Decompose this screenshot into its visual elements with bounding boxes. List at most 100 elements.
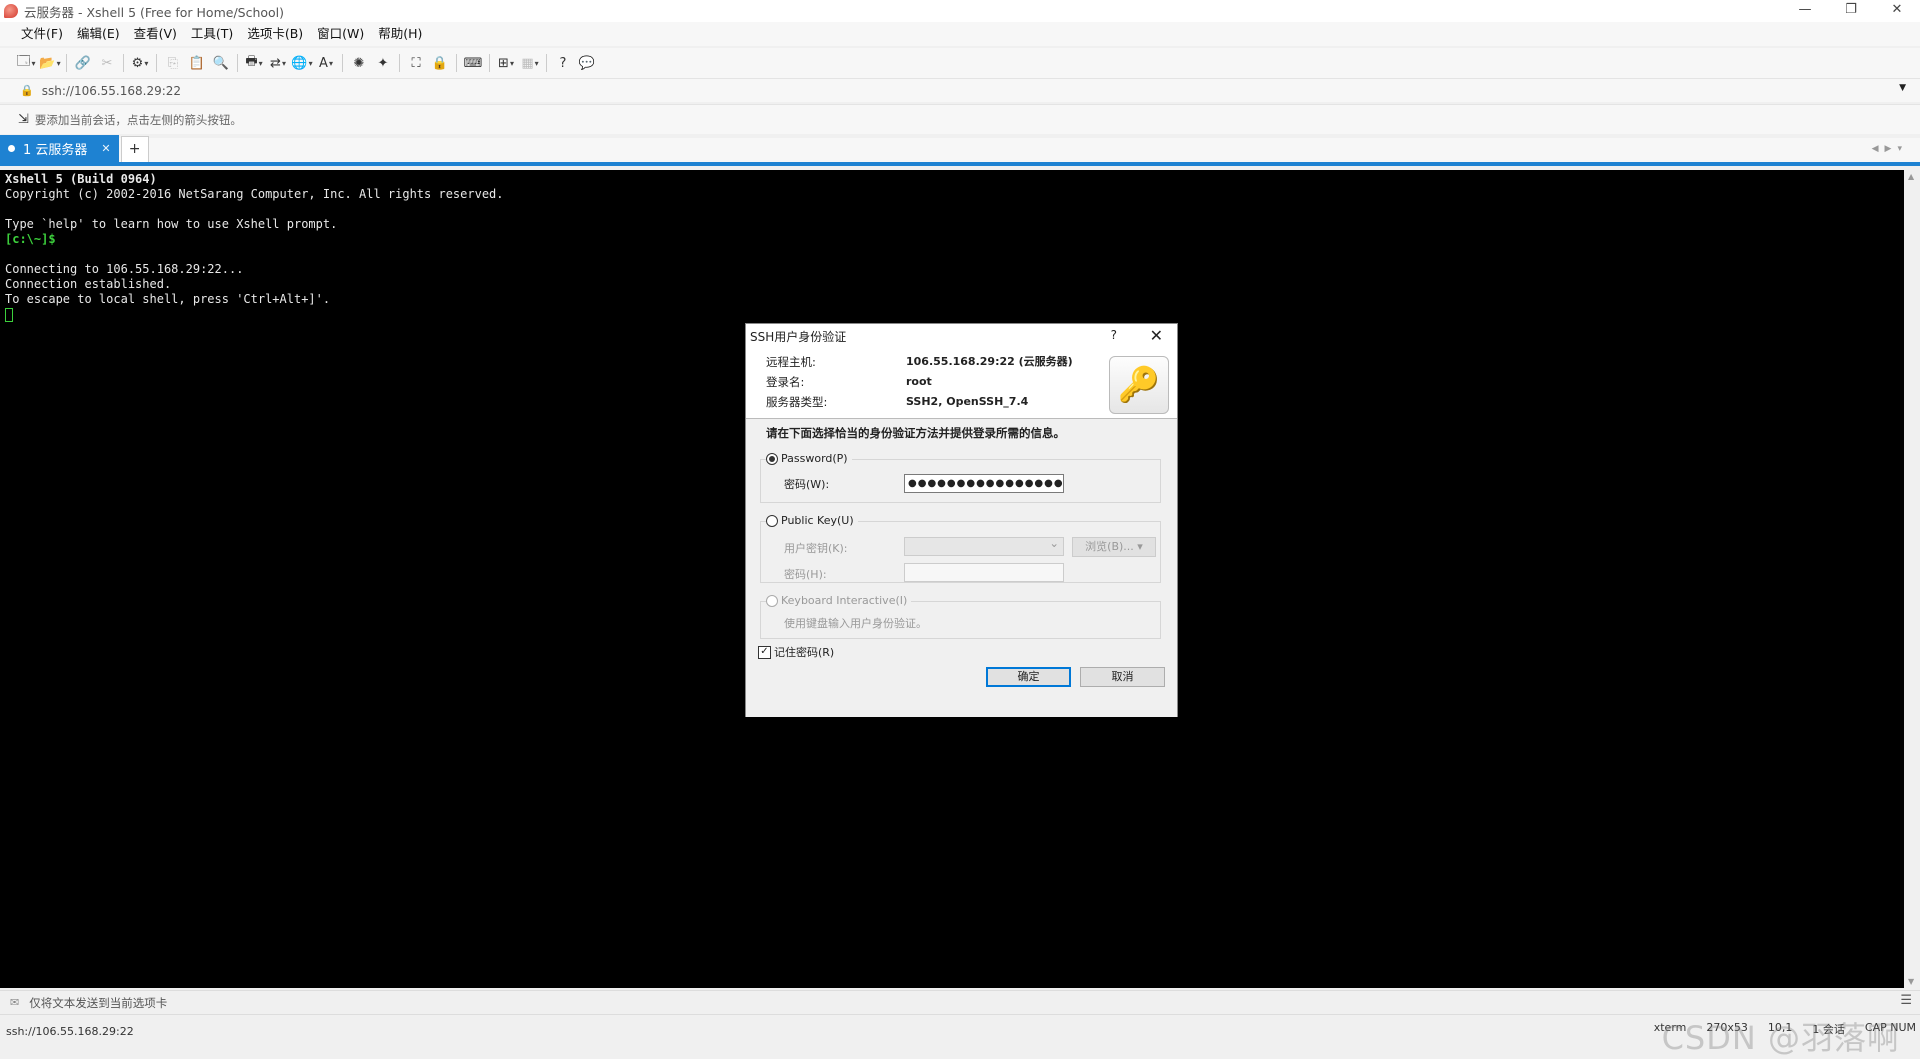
password-radio-label: Password(P) [781,452,848,465]
window-title: 云服务器 - Xshell 5 (Free for Home/School) [24,4,285,20]
terminal-line: Copyright (c) 2002-2016 NetSarang Comput… [5,187,504,201]
title-bar: 云服务器 - Xshell 5 (Free for Home/School) —… [0,0,1920,22]
xshell-logo-icon [4,4,18,18]
keyboard-icon[interactable]: ⌨ [464,54,483,72]
watermark: CSDN @羽落啊 [1661,1019,1900,1057]
dialog-help-icon[interactable]: ? [1111,328,1117,342]
login-value: root [906,375,932,388]
toolbar: 🗔 📂 🔗 ✂ ⚙ ⎘ 📋 🔍 🖶 ⇄ 🌐 A ✺ ✦ ⛶ 🔒 ⌨ ⊞ ▦ ? … [0,48,1920,78]
menu-tools[interactable]: 工具(T) [184,22,240,46]
find-icon[interactable]: 🔍 [212,54,230,72]
add-tab-button[interactable]: + [120,136,149,162]
passphrase-field [904,563,1064,582]
font-icon[interactable]: A [317,54,335,72]
compose-menu-icon[interactable]: ☰ [1900,993,1912,1008]
scroll-down-icon[interactable]: ▼ [1908,977,1914,986]
compose-text: 仅将文本发送到当前选项卡 [29,995,168,1010]
menu-edit[interactable]: 编辑(E) [70,22,127,46]
tab-label: 1 云服务器 [23,143,88,158]
server-type-label: 服务器类型: [766,395,828,409]
address-bar[interactable]: 🔒 ssh://106.55.168.29:22 ▼ [0,78,1920,102]
reconnect-icon[interactable]: 🔗 [74,54,92,72]
terminal-line: Connection established. [5,277,172,291]
cancel-button[interactable]: 取消 [1080,667,1165,687]
script-icon[interactable]: ✦ [374,54,392,72]
checkbox-checked-icon: ✓ [758,645,771,659]
keyboard-desc: 使用键盘输入用户身份验证。 [784,617,927,630]
dialog-titlebar: SSH用户身份验证 ? ✕ [746,324,1177,348]
password-label: 密码(W): [784,478,830,491]
menu-help[interactable]: 帮助(H) [371,22,429,46]
passphrase-label: 密码(H): [784,568,827,581]
terminal-line: Connecting to 106.55.168.29:22... [5,262,244,276]
new-tab-icon[interactable]: ⊞ [497,54,515,72]
layout-icon: ▦ [521,54,539,72]
remember-password-checkbox[interactable]: ✓ 记住密码(R) [758,644,834,660]
dialog-body: 请在下面选择恰当的身份验证方法并提供登录所需的信息。 Password(P) 密… [746,418,1177,717]
session-hint-bar: ⇲ 要添加当前会话，点击左侧的箭头按钮。 [0,104,1920,134]
keyboard-radio: Keyboard Interactive(I) [766,594,912,607]
address-input[interactable]: ssh://106.55.168.29:22 [42,84,181,98]
password-field[interactable]: ●●●●●●●●●●●●●●●● [904,474,1064,493]
scroll-up-icon[interactable]: ▲ [1908,172,1914,181]
remote-host-label: 远程主机: [766,355,816,369]
browse-button: 浏览(B)... ▾ [1072,537,1156,557]
close-icon[interactable]: ✕ [1874,0,1920,22]
publickey-radio-label: Public Key(U) [781,514,854,527]
radio-disabled-icon [766,594,778,607]
print-icon[interactable]: 🖶 [245,54,263,72]
dialog-close-icon[interactable]: ✕ [1150,326,1163,345]
menu-view[interactable]: 查看(V) [127,22,184,46]
user-key-icon: 🔑 [1109,356,1169,414]
user-key-label: 用户密钥(K): [784,542,848,555]
connection-info: 远程主机: 106.55.168.29:22 (云服务器) 登录名: root 服务… [766,352,1073,412]
dialog-title: SSH用户身份验证 [750,329,847,344]
hint-text: 要添加当前会话，点击左侧的箭头按钮。 [34,112,242,127]
terminal-line: Xshell 5 (Build 0964) [5,172,157,186]
status-address: ssh://106.55.168.29:22 [6,1025,134,1038]
terminal-scrollbar[interactable]: ▲ ▼ [1904,170,1920,988]
dialog-instruction: 请在下面选择恰当的身份验证方法并提供登录所需的信息。 [766,426,1065,440]
compose-bar[interactable]: ✉ 仅将文本发送到当前选项卡 ☰ [0,990,1920,1014]
status-bar: ssh://106.55.168.29:22 xterm 270x53 10,1… [0,1014,1920,1057]
tab-nav-icons[interactable]: ◀▶▾ [1872,144,1908,154]
chat-icon: 💬 [578,55,596,71]
properties-icon[interactable]: ⚙ [131,54,149,72]
lock-icon: 🔒 [20,84,34,97]
new-session-icon[interactable]: 🗔 [16,54,35,72]
disconnect-icon: ✂ [101,55,113,71]
globe-icon[interactable]: 🌐 [291,54,311,72]
add-session-arrow-icon[interactable]: ⇲ [18,112,29,127]
paste-icon[interactable]: 📋 [188,54,206,72]
address-dropdown-icon[interactable]: ▼ [1899,83,1906,93]
ok-button[interactable]: 确定 [986,667,1071,687]
terminal-cursor [5,307,13,322]
terminal-line: To escape to local shell, press 'Ctrl+Al… [5,292,331,306]
tab-close-icon[interactable]: ✕ [101,142,110,155]
password-radio[interactable]: Password(P) [766,452,852,465]
radio-selected-icon [766,452,778,465]
ssh-auth-dialog: SSH用户身份验证 ? ✕ 远程主机: 106.55.168.29:22 (云服务… [745,323,1178,717]
restore-icon[interactable]: ❐ [1828,0,1874,22]
publickey-radio[interactable]: Public Key(U) [766,514,858,527]
menu-window[interactable]: 窗口(W) [310,22,371,46]
terminal-line: Type `help' to learn how to use Xshell p… [5,217,338,231]
tab-session[interactable]: 1 云服务器 ✕ [0,135,119,162]
xftp-icon[interactable]: ✺ [350,54,368,72]
compose-icon[interactable]: ✉ [10,996,19,1009]
fullscreen-icon[interactable]: ⛶ [407,54,425,72]
lock-icon[interactable]: 🔒 [431,54,449,72]
help-icon[interactable]: ? [554,54,572,72]
server-type-value: SSH2, OpenSSH_7.4 [906,395,1029,408]
window-controls: — ❐ ✕ [1782,0,1920,22]
transfer-icon[interactable]: ⇄ [269,54,287,72]
menu-bar: 文件(F) 编辑(E) 查看(V) 工具(T) 选项卡(B) 窗口(W) 帮助(… [0,22,1920,46]
copy-icon: ⎘ [167,55,179,71]
menu-file[interactable]: 文件(F) [14,22,70,46]
open-folder-icon[interactable]: 📂 [39,54,59,72]
user-key-select [904,536,1064,556]
keyboard-radio-label: Keyboard Interactive(I) [781,594,908,607]
radio-unselected-icon [766,514,778,527]
menu-tab[interactable]: 选项卡(B) [240,22,310,46]
minimize-icon[interactable]: — [1782,0,1828,22]
